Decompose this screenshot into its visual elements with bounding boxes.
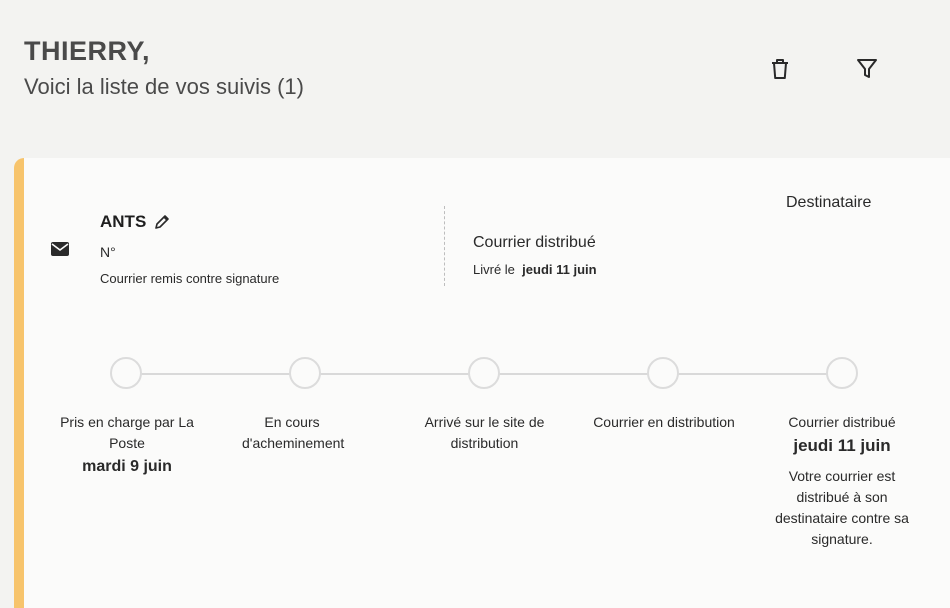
sender-name: ANTS xyxy=(100,212,147,231)
delivery-date: jeudi 11 juin xyxy=(522,262,597,277)
filter-icon[interactable] xyxy=(852,54,882,84)
envelope-icon xyxy=(50,241,70,262)
timeline-step-dot xyxy=(826,357,858,389)
trash-icon[interactable] xyxy=(765,54,795,84)
timeline-step-taken-in-charge: Pris en charge par La Poste mardi 9 juin xyxy=(48,412,206,477)
timeline-step-arrived-site: Arrivé sur le site de distribution xyxy=(412,412,557,454)
step-label: Courrier distribué xyxy=(788,414,896,430)
pencil-icon[interactable] xyxy=(154,214,170,230)
step-label: Courrier en distribution xyxy=(593,414,735,430)
step-date: mardi 9 juin xyxy=(82,458,172,475)
recipient-label: Destinataire xyxy=(786,194,872,211)
timeline-step-dot xyxy=(110,357,142,389)
step-label: Arrivé sur le site de distribution xyxy=(424,414,545,451)
timeline-step-dot xyxy=(647,357,679,389)
divider xyxy=(444,206,445,286)
timeline-step-dot xyxy=(468,357,500,389)
user-greeting-name: THIERRY, xyxy=(24,36,151,66)
step-label: En cours d'acheminement xyxy=(242,414,345,451)
timeline-step-dot xyxy=(289,357,321,389)
service-type: Courrier remis contre signature xyxy=(100,271,280,286)
step-description: Votre courrier est distribué à son desti… xyxy=(775,468,909,547)
timeline-step-out-for-delivery: Courrier en distribution xyxy=(580,412,748,433)
tracking-list-title: Voici la liste de vos suivis (1) xyxy=(24,74,304,99)
timeline-step-delivered: Courrier distribué jeudi 11 juin Votre c… xyxy=(764,412,920,550)
status-title: Courrier distribué xyxy=(473,234,596,251)
delivery-status-line: Livré le jeudi 11 juin xyxy=(473,262,597,277)
step-date: jeudi 11 juin xyxy=(793,436,891,455)
sender-row: ANTS xyxy=(100,212,170,232)
timeline-step-in-transit: En cours d'acheminement xyxy=(242,412,345,454)
tracking-number: N° xyxy=(100,244,116,260)
step-label: Pris en charge par La Poste xyxy=(60,414,194,451)
delivery-prefix: Livré le xyxy=(473,262,515,277)
